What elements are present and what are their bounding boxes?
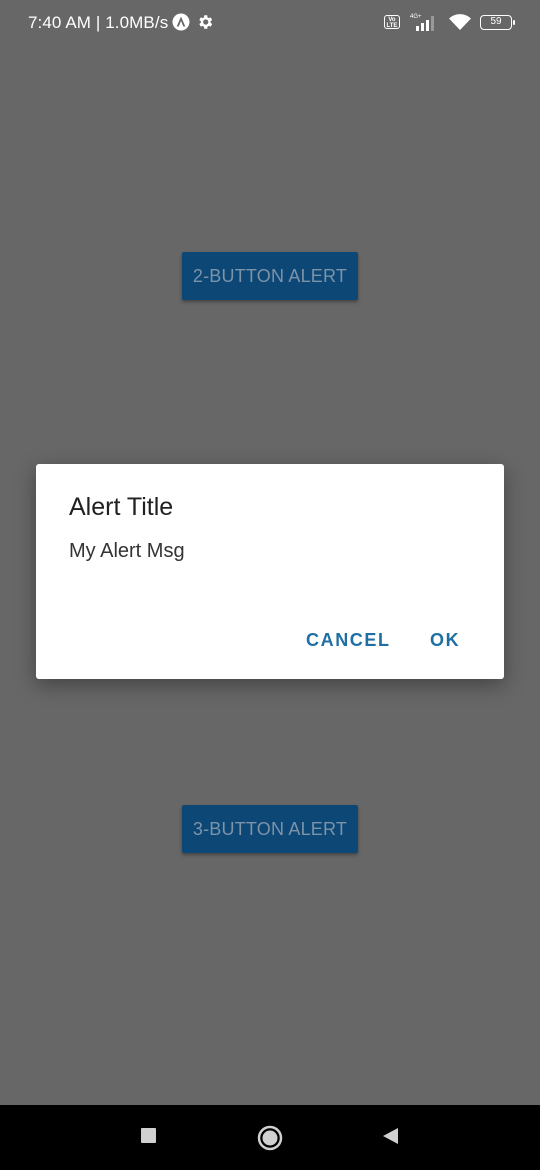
dialog-message: My Alert Msg xyxy=(69,540,185,562)
two-button-alert-button[interactable]: 2-BUTTON ALERT xyxy=(182,252,358,300)
status-time: 7:40 AM | 1.0MB/s xyxy=(28,13,169,32)
ok-button[interactable]: OK xyxy=(430,630,460,651)
alert-dialog: Alert Title My Alert Msg CANCEL OK xyxy=(36,464,504,679)
settings-gear-icon xyxy=(196,13,214,31)
wifi-icon xyxy=(448,13,472,31)
three-button-alert-button[interactable]: 3-BUTTON ALERT xyxy=(182,805,358,853)
back-triangle-icon[interactable] xyxy=(381,1127,399,1145)
network-type-label: 4G+ xyxy=(410,14,422,20)
status-notification-icons xyxy=(172,13,214,31)
battery-icon: 59 xyxy=(480,14,515,30)
app-notification-icon xyxy=(172,13,190,31)
recent-apps-square-icon[interactable] xyxy=(140,1127,157,1144)
dialog-title: Alert Title xyxy=(69,493,174,521)
volte-icon: Vo LTE xyxy=(384,15,400,29)
status-system-icons: Vo LTE 4G+ 59 xyxy=(384,12,515,32)
signal-strength-icon: 4G+ xyxy=(408,12,440,32)
home-circle-icon[interactable] xyxy=(257,1125,283,1151)
cancel-button[interactable]: CANCEL xyxy=(306,630,391,651)
navigation-bar xyxy=(0,1105,540,1170)
status-bar: 7:40 AM | 1.0MB/s Vo LTE 4G+ 59 xyxy=(0,0,540,46)
